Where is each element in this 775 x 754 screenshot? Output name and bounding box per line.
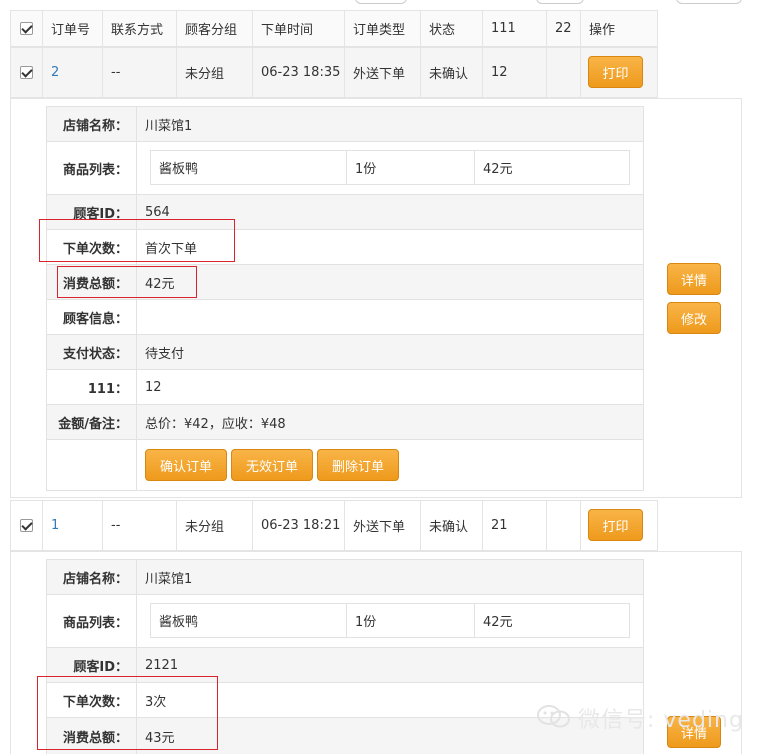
checkbox-checked-icon[interactable] [20,66,33,79]
details-button[interactable]: 详情 [667,263,721,295]
shop-value: 川菜馆1 [145,571,193,587]
products-label: 商品列表： [47,595,137,647]
checkbox-checked-icon[interactable] [20,22,33,35]
header-contact: 联系方式 [103,11,177,46]
select-all-checkbox[interactable] [11,11,43,46]
product-qty: 1份 [347,604,475,637]
header-time: 下单时间 [253,11,345,46]
header-22: 22 [547,11,581,46]
header-status: 状态 [421,11,483,46]
print-button[interactable]: 打印 [588,509,643,541]
wechat-icon [536,704,572,730]
shop-label: 店铺名称： [47,560,137,594]
row-checkbox[interactable] [11,48,43,97]
table-row: 1 -- 未分组 06-23 18:21 外送下单 未确认 21 [10,500,658,551]
top-cutoff-button[interactable] [536,0,584,4]
header-111: 111 [483,11,547,46]
order-111: 12 [483,48,547,97]
header-order-no: 订单号 [43,11,103,46]
product-name: 酱板鸭 [151,151,347,184]
checkbox-checked-icon[interactable] [20,519,33,532]
edit-button[interactable]: 修改 [667,302,721,334]
pay-status-value: 待支付 [145,346,185,362]
table-row: 2 -- 未分组 06-23 18:35 外送下单 未确认 12 [10,47,658,98]
invalid-order-button[interactable]: 无效订单 [231,449,313,481]
product-price: 42元 [483,162,513,177]
order-group: 未分组 [177,501,253,550]
top-cutoff-button[interactable] [355,0,407,4]
field-111-label: 111： [47,370,137,404]
product-name: 酱板鸭 [151,604,347,637]
field-111-value: 12 [145,379,162,395]
order-time: 06-23 18:35 [253,48,345,97]
detail-row-111: 111： 12 [46,369,644,404]
order-status: 未确认 [421,48,483,97]
shop-label: 店铺名称： [47,107,137,141]
header-group: 顾客分组 [177,11,253,46]
product-row: 酱板鸭 1份 42元 [150,150,630,185]
order-id-link[interactable]: 2 [43,48,103,97]
delete-order-button[interactable]: 删除订单 [317,449,399,481]
detail-row-amount-note: 金额/备注： 总价：¥42，应收：¥48 [46,404,644,439]
header-actions: 操作 [589,23,616,38]
actions-label [47,440,137,490]
highlight-box [37,676,218,750]
amount-note-label: 金额/备注： [47,405,137,439]
amount-note-value: 总价：¥42，应收：¥48 [145,416,286,432]
product-row: 酱板鸭 1份 42元 [150,603,630,638]
order-status: 未确认 [421,501,483,550]
detail-row-shop: 店铺名称： 川菜馆1 [46,106,644,141]
shop-value: 川菜馆1 [145,118,193,134]
order-detail: 店铺名称： 川菜馆1 商品列表： 顾客ID： 564 下单次数： 首次下单 消费… [46,106,644,491]
order-22 [547,501,581,550]
order-type: 外送下单 [345,48,421,97]
confirm-order-button[interactable]: 确认订单 [145,449,227,481]
products-label: 商品列表： [47,142,137,194]
header-type: 订单类型 [345,11,421,46]
order-contact: -- [103,48,177,97]
order-group: 未分组 [177,48,253,97]
print-button[interactable]: 打印 [588,56,643,88]
detail-row-pay-status: 支付状态： 待支付 [46,334,644,369]
order-id-link[interactable]: 1 [43,501,103,550]
order-type: 外送下单 [345,501,421,550]
top-cutoff-button[interactable] [676,0,742,4]
order-111: 21 [483,501,547,550]
order-contact: -- [103,501,177,550]
product-qty: 1份 [347,151,475,184]
product-price: 42元 [483,615,513,630]
table-header: 订单号 联系方式 顾客分组 下单时间 订单类型 状态 111 22 操作 [10,10,658,47]
row-checkbox[interactable] [11,501,43,550]
highlight-box [39,219,235,262]
watermark-text: 微信号: veding [578,708,744,733]
order-time: 06-23 18:21 [253,501,345,550]
detail-row-shop: 店铺名称： 川菜馆1 [46,559,644,594]
highlight-box [57,266,197,298]
detail-row-customer-info: 顾客信息： [46,299,644,334]
pay-status-label: 支付状态： [47,335,137,369]
customer-info-label: 顾客信息： [47,300,137,334]
order-22 [547,48,581,97]
